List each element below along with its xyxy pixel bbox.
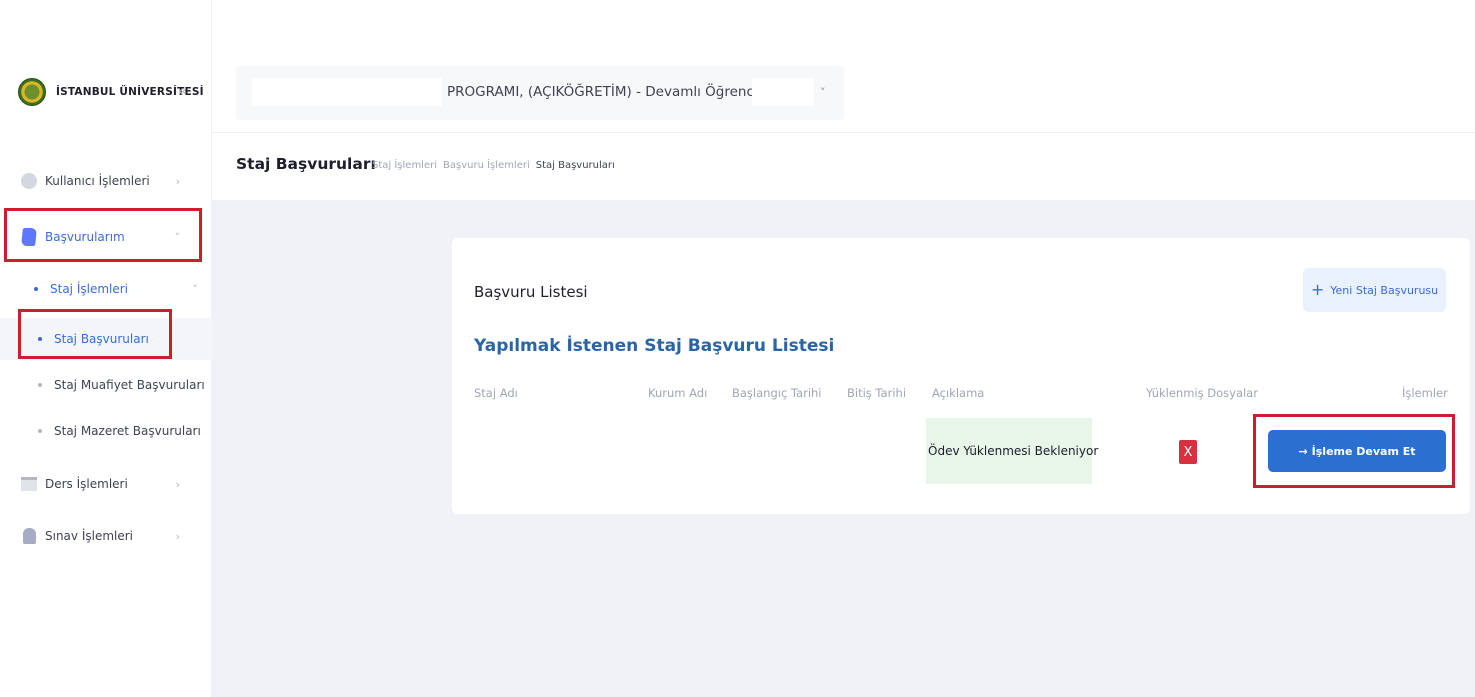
sidebar-item-label: Staj Mazeret Başvuruları xyxy=(54,424,201,438)
university-logo xyxy=(18,78,46,106)
missing-file-icon[interactable]: X xyxy=(1179,440,1197,464)
sidebar-subitem-staj-islemleri[interactable]: Staj İşlemleri ˅ xyxy=(34,278,198,300)
column-header-bitis-tarihi: Bitiş Tarihi xyxy=(847,386,907,400)
highlight-box-continue xyxy=(1253,414,1455,488)
bullet-icon xyxy=(38,429,42,433)
sidebar-item-label: Staj Muafiyet Başvuruları xyxy=(54,378,205,392)
chevron-down-icon: ˅ xyxy=(192,282,199,296)
breadcrumb-item[interactable]: Staj İşlemleri xyxy=(372,160,437,171)
plus-icon: + xyxy=(1310,280,1325,299)
card-title: Başvuru Listesi xyxy=(474,283,588,301)
sidebar-item-label: Sınav İşlemleri xyxy=(45,529,134,543)
column-header-aciklama: Açıklama xyxy=(932,386,985,400)
program-selector-text: PROGRAMI, (AÇIKÖĞRETİM) - Devamlı Öğrenc… xyxy=(447,84,758,100)
list-title: Yapılmak İstenen Staj Başvuru Listesi xyxy=(474,336,835,356)
bullet-icon xyxy=(38,383,42,387)
sidebar-item-label: Ders İşlemleri xyxy=(45,477,128,491)
new-internship-application-button[interactable]: + Yeni Staj Başvurusu xyxy=(1303,268,1446,312)
sidebar-item-label: Kullanıcı İşlemleri xyxy=(45,174,150,188)
sidebar-subitem-staj-muafiyet[interactable]: Staj Muafiyet Başvuruları xyxy=(38,374,205,396)
chevron-down-icon: ˅ xyxy=(820,86,826,99)
exam-icon xyxy=(18,525,40,547)
page-title: Staj Başvuruları xyxy=(236,155,376,173)
chevron-right-icon: › xyxy=(175,477,180,491)
collapse-sidebar-icon[interactable]: « xyxy=(178,82,187,100)
status-cell: Ödev Yüklenmesi Bekleniyor xyxy=(926,418,1098,484)
column-header-yuklenmis-dosyalar: Yüklenmiş Dosyalar xyxy=(1146,386,1258,400)
chevron-right-icon: › xyxy=(175,174,180,188)
highlight-box-staj-basvurulari xyxy=(18,309,172,359)
book-icon xyxy=(18,473,40,495)
sidebar-item-ders-islemleri[interactable]: Ders İşlemleri › xyxy=(18,472,198,496)
column-header-kurum-adi: Kurum Adı xyxy=(648,386,708,400)
highlight-box-basvurularim xyxy=(4,208,202,262)
sidebar-item-sinav-islemleri[interactable]: Sınav İşlemleri › xyxy=(18,524,198,548)
chevron-right-icon: › xyxy=(175,529,180,543)
sidebar-item-kullanici-islemleri[interactable]: Kullanıcı İşlemleri › xyxy=(18,169,198,193)
breadcrumb-item[interactable]: Başvuru İşlemleri xyxy=(443,160,530,171)
subheader: Staj Başvuruları Staj İşlemleri Başvuru … xyxy=(212,132,1475,200)
column-header-baslangic-tarihi: Başlangıç Tarihi xyxy=(732,386,822,400)
program-selector[interactable]: PROGRAMI, (AÇIKÖĞRETİM) - Devamlı Öğrenc… xyxy=(236,66,844,120)
brand[interactable]: İSTANBUL ÜNİVERSİTESİ xyxy=(18,64,204,120)
breadcrumb-item-current: Staj Başvuruları xyxy=(535,160,615,171)
breadcrumb: Staj İşlemleri Başvuru İşlemleri Staj Ba… xyxy=(372,160,615,171)
column-header-islemler: İşlemler xyxy=(1402,386,1448,400)
sidebar-subitem-staj-mazeret[interactable]: Staj Mazeret Başvuruları xyxy=(38,420,201,442)
redacted-area xyxy=(752,78,814,106)
bullet-icon xyxy=(34,287,38,291)
user-icon xyxy=(18,170,40,192)
redacted-area xyxy=(252,78,442,106)
sidebar-item-label: Staj İşlemleri xyxy=(50,282,129,296)
column-header-staj-adi: Staj Adı xyxy=(474,386,518,400)
button-label: Yeni Staj Başvurusu xyxy=(1330,283,1439,297)
